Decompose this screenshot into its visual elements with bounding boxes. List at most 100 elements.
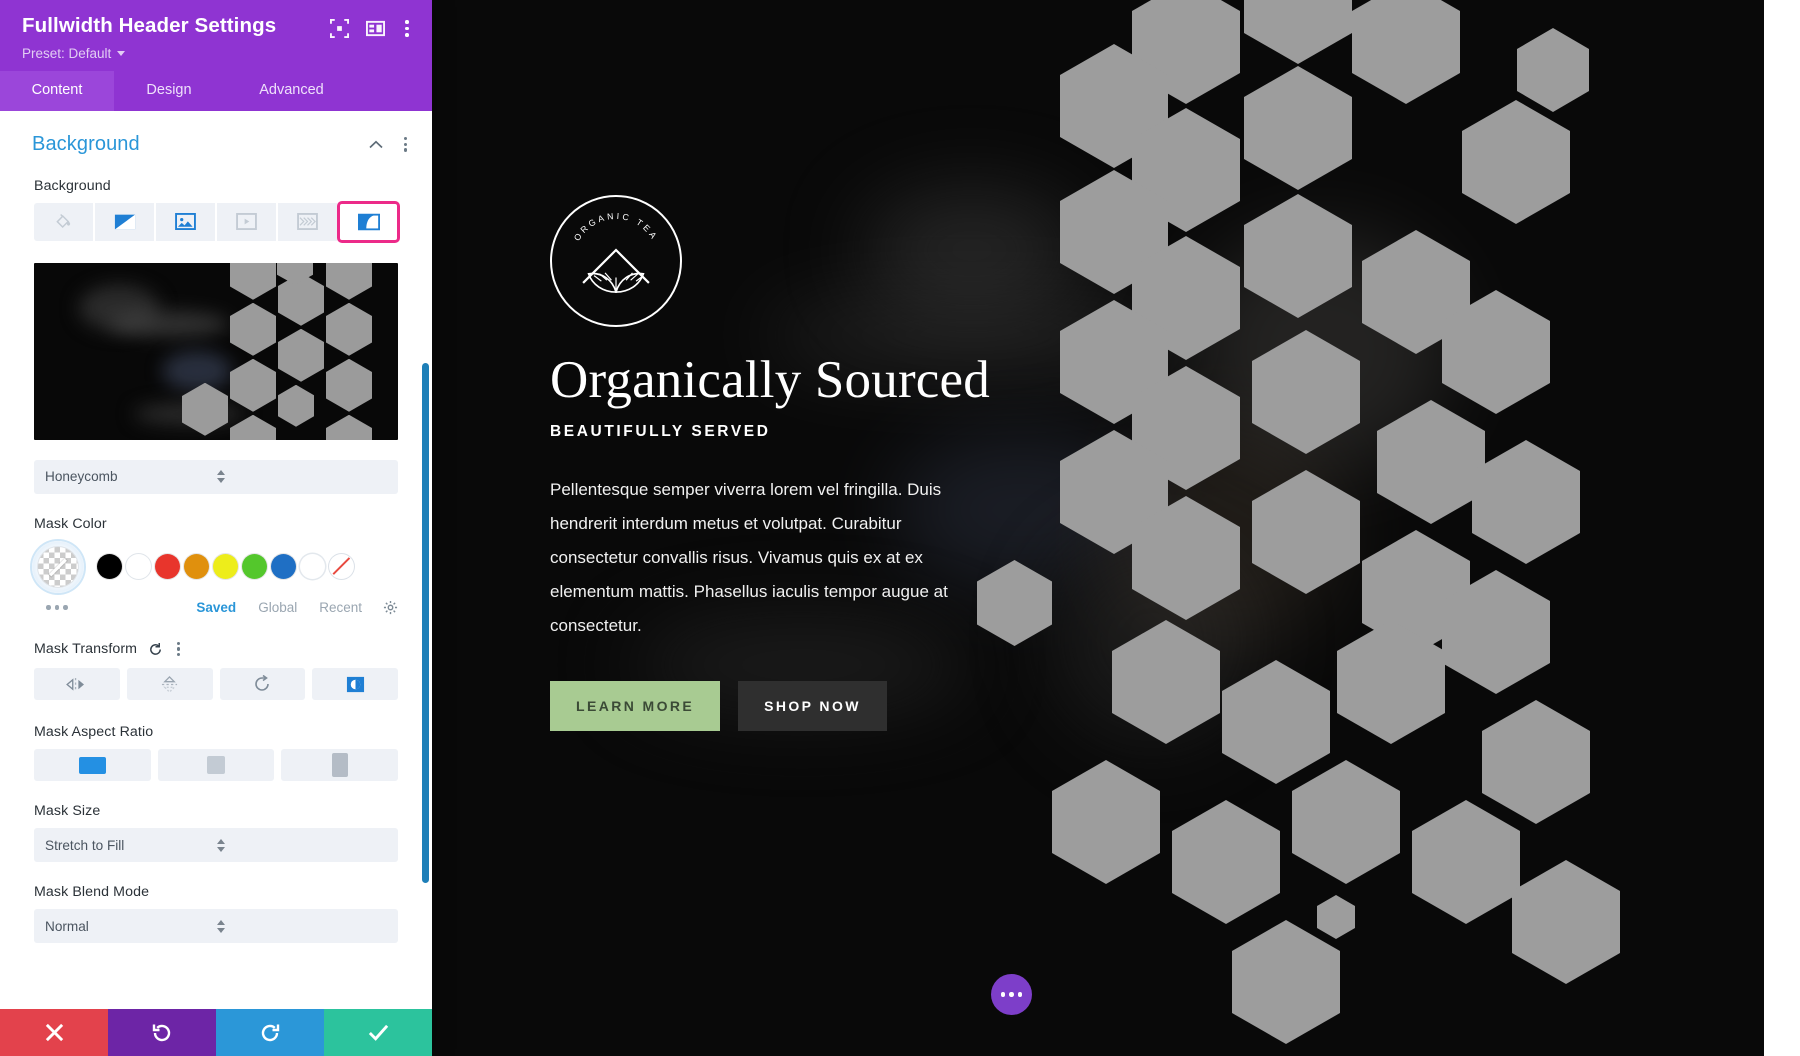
flip-horizontal-button[interactable] bbox=[34, 668, 120, 701]
mask-size-label: Mask Size bbox=[34, 803, 101, 820]
swatch-red[interactable] bbox=[155, 554, 180, 580]
module-settings-panel: Fullwidth Header Settings Preset: Defaul… bbox=[0, 0, 432, 1056]
close-icon bbox=[45, 1023, 63, 1042]
color-palette-tabs: Saved Global Recent bbox=[0, 600, 432, 615]
redo-icon bbox=[261, 1024, 280, 1041]
cancel-button[interactable] bbox=[0, 1009, 108, 1056]
paint-bucket-icon bbox=[56, 214, 71, 229]
builder-fab-button[interactable] bbox=[991, 974, 1032, 1015]
select-arrows-icon bbox=[216, 470, 389, 484]
mask-aspect-ratio-label: Mask Aspect Ratio bbox=[34, 724, 154, 741]
background-mask-button[interactable] bbox=[337, 200, 400, 243]
save-button[interactable] bbox=[324, 1009, 432, 1056]
mask-blend-mode-select[interactable]: Normal bbox=[34, 909, 398, 944]
transparent-swatch-icon bbox=[38, 546, 78, 587]
panel-header: Fullwidth Header Settings Preset: Defaul… bbox=[0, 0, 432, 71]
background-image-button[interactable] bbox=[156, 202, 215, 241]
rotate-icon bbox=[255, 675, 270, 692]
chevron-up-icon[interactable] bbox=[369, 140, 383, 149]
brand-logo: ORGANIC TEA bbox=[550, 195, 682, 327]
swatch-none[interactable] bbox=[329, 554, 354, 580]
select-arrows-icon bbox=[216, 919, 389, 933]
swatch-yellow[interactable] bbox=[213, 554, 238, 580]
flip-vertical-icon bbox=[162, 675, 178, 693]
swatch-transparent-selected[interactable] bbox=[32, 540, 84, 593]
logo-mark-icon: ORGANIC TEA bbox=[572, 211, 657, 293]
tab-content[interactable]: Content bbox=[0, 70, 114, 111]
mask-transform-field: Mask Transform bbox=[0, 639, 432, 701]
layout-icon[interactable] bbox=[366, 19, 386, 38]
pattern-icon bbox=[297, 213, 318, 231]
background-video-button[interactable] bbox=[217, 202, 276, 241]
panel-tabs: Content Design Advanced bbox=[0, 70, 432, 111]
panel-footer-actions bbox=[0, 1009, 432, 1056]
hero-subheading: BEAUTIFULLY SERVED bbox=[550, 423, 771, 441]
mask-icon bbox=[357, 213, 380, 231]
hero-content: ORGANIC TEA Organically Sourced BEAUTIFU… bbox=[550, 195, 1150, 732]
section-options-icon[interactable] bbox=[401, 134, 410, 155]
more-dots-icon[interactable] bbox=[34, 605, 68, 610]
swatch-green[interactable] bbox=[242, 554, 267, 580]
tab-advanced[interactable]: Advanced bbox=[224, 71, 359, 111]
invert-button[interactable] bbox=[312, 668, 398, 701]
hero-paragraph: Pellentesque semper viverra lorem vel fr… bbox=[550, 480, 948, 636]
swatch-orange[interactable] bbox=[184, 554, 209, 580]
square-shape-icon bbox=[207, 756, 225, 775]
mask-color-label: Mask Color bbox=[34, 515, 107, 532]
chevron-down-icon bbox=[117, 50, 126, 56]
mask-transform-options-icon[interactable] bbox=[174, 639, 183, 660]
focus-icon[interactable] bbox=[330, 18, 350, 38]
mask-aspect-ratio-buttons bbox=[34, 749, 399, 782]
swatch-black[interactable] bbox=[97, 554, 122, 580]
reset-icon[interactable] bbox=[148, 642, 163, 657]
tab-design[interactable]: Design bbox=[114, 71, 224, 111]
dot-1 bbox=[1000, 992, 1006, 997]
mask-size-select[interactable]: Stretch to Fill bbox=[34, 828, 398, 863]
landscape-shape-icon bbox=[78, 756, 106, 774]
preset-selector[interactable]: Preset: Default bbox=[22, 46, 412, 61]
background-color-button[interactable] bbox=[34, 202, 93, 241]
flip-vertical-button[interactable] bbox=[126, 668, 213, 701]
undo-button[interactable] bbox=[108, 1009, 216, 1056]
mask-style-select[interactable]: Honeycomb bbox=[34, 459, 398, 494]
background-type-buttons bbox=[34, 200, 400, 243]
redo-button[interactable] bbox=[216, 1009, 324, 1056]
mask-transform-label: Mask Transform bbox=[34, 641, 138, 658]
page-right-margin bbox=[1764, 0, 1800, 1056]
aspect-square-button[interactable] bbox=[157, 749, 275, 782]
aspect-landscape-button[interactable] bbox=[34, 749, 151, 782]
palette-tab-recent[interactable]: Recent bbox=[319, 600, 362, 615]
aspect-portrait-button[interactable] bbox=[281, 749, 399, 782]
invert-icon bbox=[346, 676, 364, 692]
dot-2 bbox=[1009, 992, 1014, 997]
palette-tab-global[interactable]: Global bbox=[258, 600, 297, 615]
mask-aspect-ratio-field: Mask Aspect Ratio bbox=[0, 724, 432, 782]
shop-now-button[interactable]: SHOP NOW bbox=[738, 681, 887, 732]
preview-hex-mask bbox=[34, 262, 398, 440]
background-pattern-button[interactable] bbox=[278, 202, 337, 241]
rotate-button[interactable] bbox=[219, 668, 306, 701]
swatch-blue[interactable] bbox=[271, 554, 296, 580]
mask-size-field: Mask Size Stretch to Fill bbox=[0, 803, 432, 863]
mask-blend-mode-field: Mask Blend Mode Normal bbox=[0, 884, 432, 944]
video-icon bbox=[236, 213, 257, 231]
mask-blend-mode-label: Mask Blend Mode bbox=[34, 884, 150, 901]
panel-scrollbar[interactable] bbox=[422, 362, 429, 883]
check-icon bbox=[368, 1024, 388, 1041]
divi-builder-screen: Fullwidth Header Settings Preset: Defaul… bbox=[0, 0, 1800, 1056]
learn-more-button[interactable]: LEARN MORE bbox=[550, 681, 721, 732]
dot-3 bbox=[1017, 992, 1023, 997]
swatch-white[interactable] bbox=[126, 554, 151, 580]
mask-transform-buttons bbox=[34, 668, 398, 701]
kebab-menu-icon[interactable] bbox=[402, 17, 412, 40]
panel-title: Fullwidth Header Settings bbox=[22, 14, 277, 37]
background-gradient-button[interactable] bbox=[95, 202, 154, 241]
gear-icon[interactable] bbox=[383, 600, 398, 615]
swatch-white-2[interactable] bbox=[300, 554, 325, 580]
mask-color-field: Mask Color bbox=[0, 516, 432, 593]
mask-transform-label-row: Mask Transform bbox=[34, 639, 398, 660]
image-icon bbox=[175, 213, 196, 231]
mask-preview-thumbnail[interactable] bbox=[34, 262, 398, 440]
palette-tab-saved[interactable]: Saved bbox=[196, 600, 236, 615]
mask-color-swatches bbox=[32, 540, 398, 593]
